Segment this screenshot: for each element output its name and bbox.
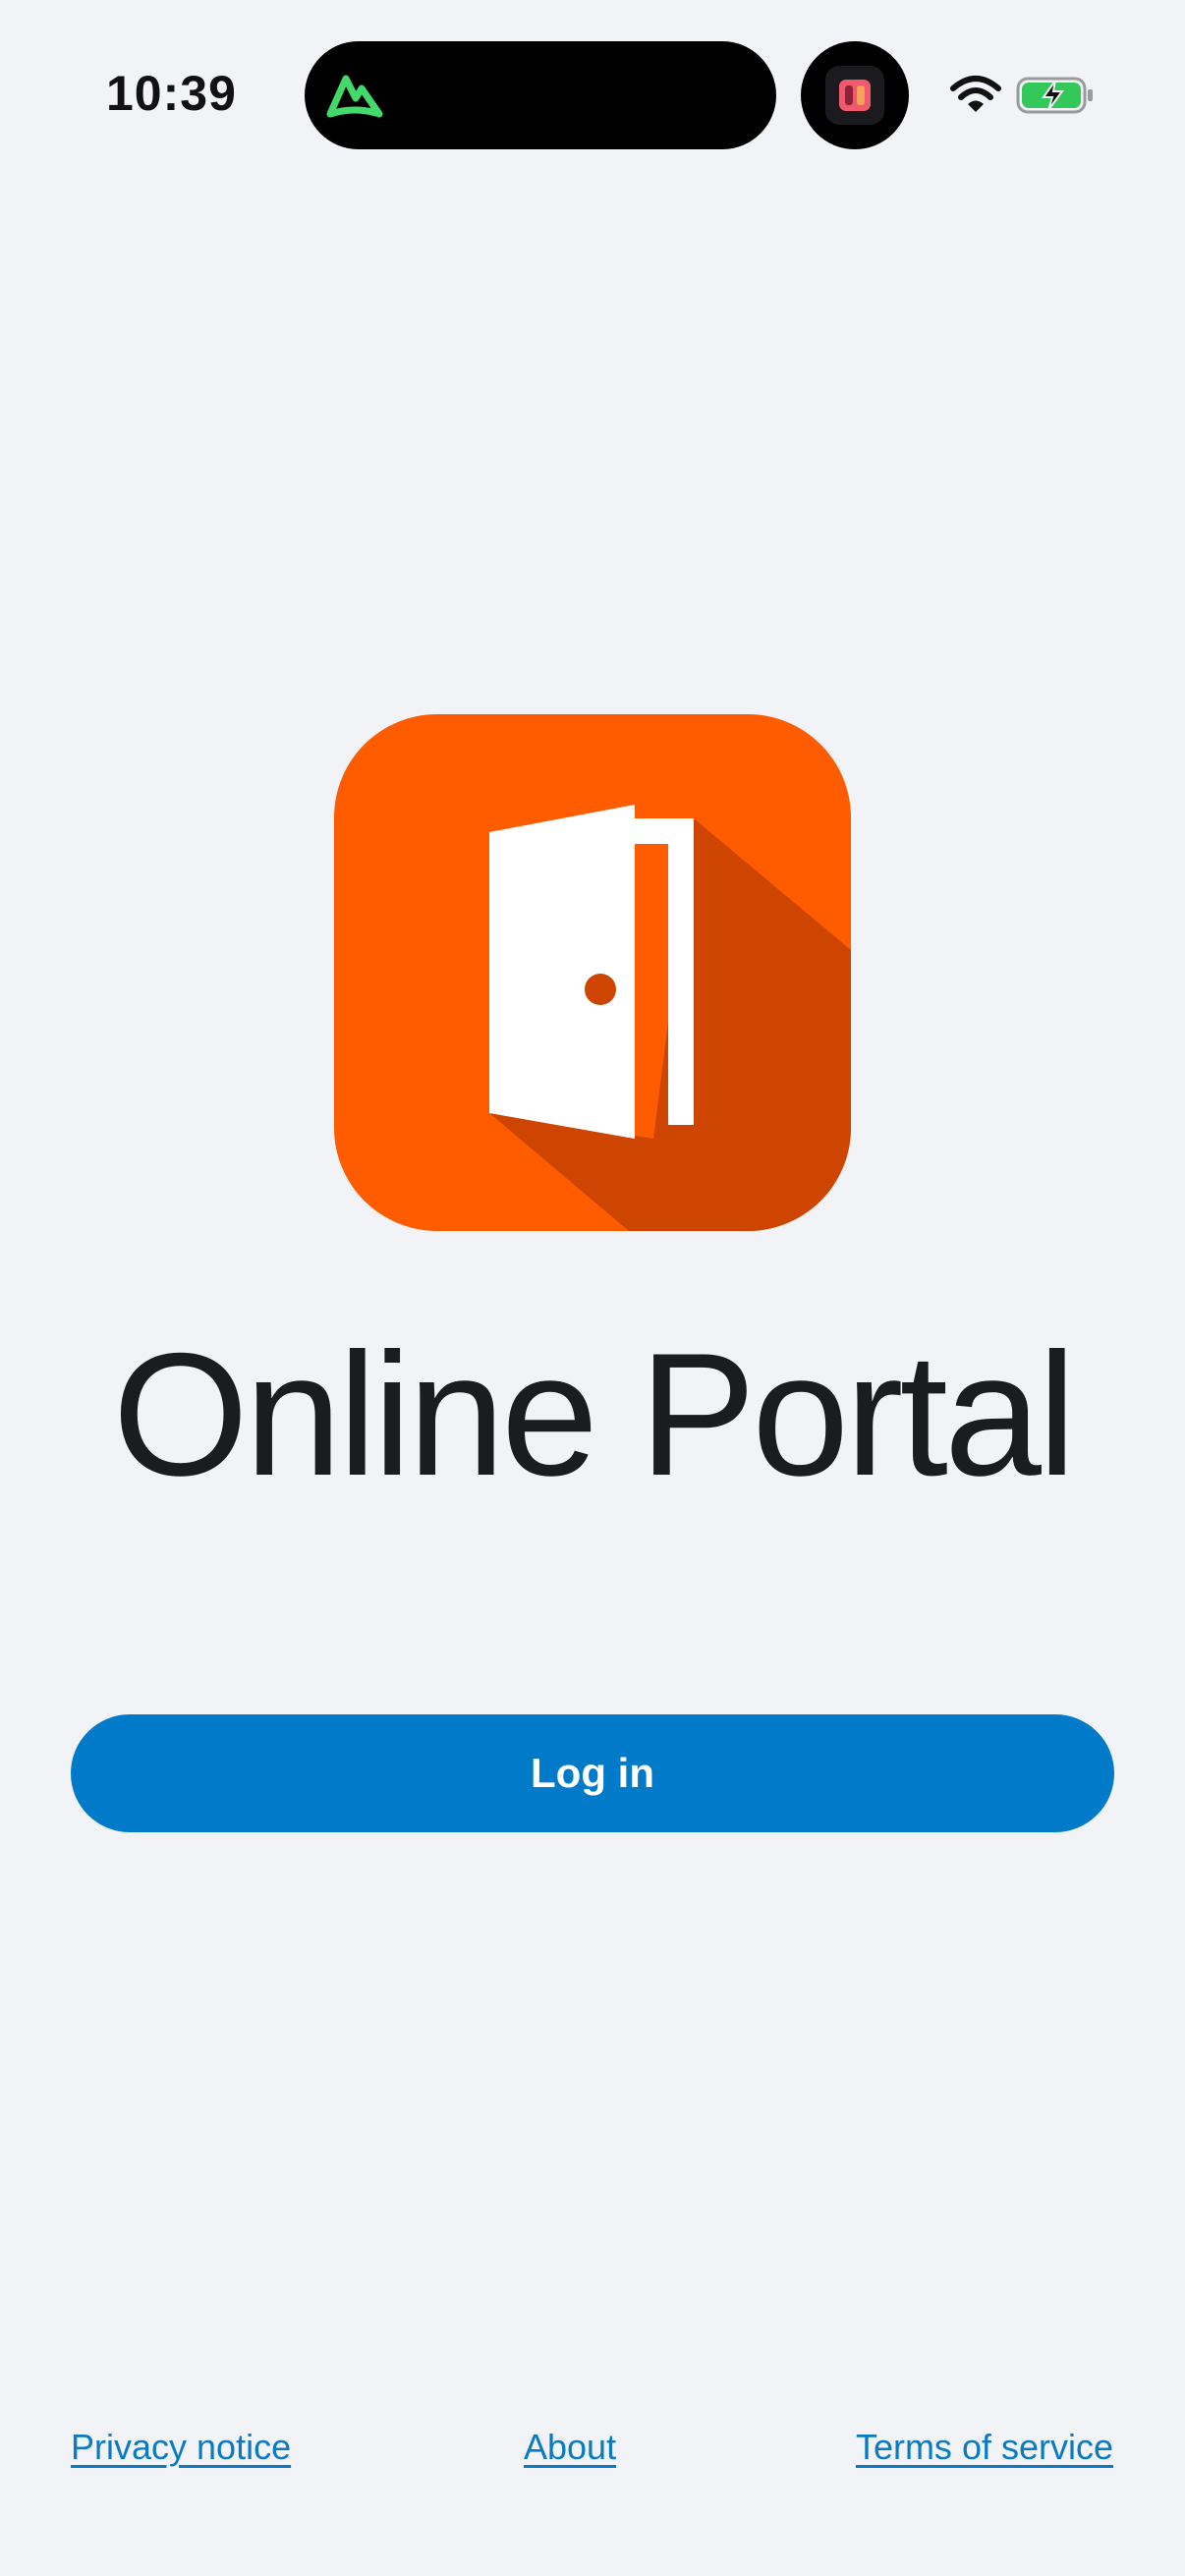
- dynamic-island[interactable]: [305, 41, 776, 149]
- app-title: Online Portal: [112, 1316, 1077, 1512]
- login-button[interactable]: Log in: [71, 1714, 1114, 1832]
- about-link[interactable]: About: [524, 2427, 616, 2468]
- headphones-app-icon: [825, 66, 884, 125]
- live-activity-indicator[interactable]: [801, 41, 909, 149]
- battery-charging-icon: [1016, 77, 1093, 114]
- privacy-notice-link[interactable]: Privacy notice: [71, 2427, 291, 2468]
- terms-of-service-link[interactable]: Terms of service: [856, 2427, 1113, 2468]
- wifi-icon: [950, 76, 1001, 112]
- mountain-app-icon: [326, 75, 383, 118]
- status-bar: 10:39: [0, 0, 1185, 196]
- app-logo-icon: [334, 714, 851, 1231]
- status-time: 10:39: [106, 66, 237, 121]
